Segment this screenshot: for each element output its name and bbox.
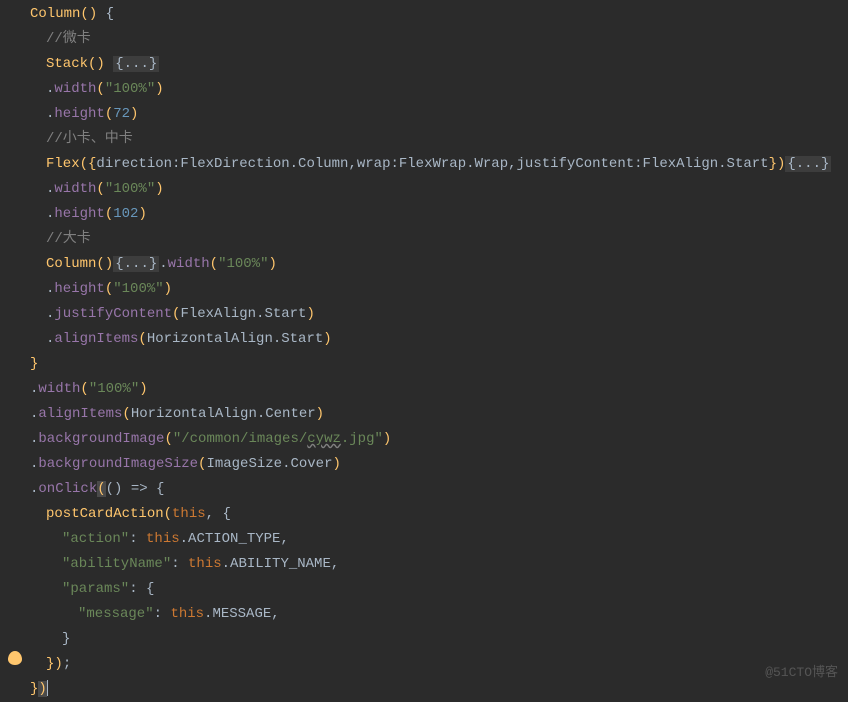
collapsed-block[interactable]: {...} — [785, 156, 831, 172]
code-line: .width("100%") — [22, 177, 848, 202]
code-line: .height(72) — [22, 102, 848, 127]
code-line: Stack() {...} — [22, 52, 848, 77]
code-line: //大卡 — [22, 227, 848, 252]
code-line: //微卡 — [22, 27, 848, 52]
code-line: .onClick(() => { — [22, 477, 848, 502]
code-line: "action": this.ACTION_TYPE, — [22, 527, 848, 552]
code-line: .width("100%") — [22, 377, 848, 402]
code-line: Flex({direction:FlexDirection.Column,wra… — [22, 152, 848, 177]
code-line: } — [22, 627, 848, 652]
collapsed-block[interactable]: {...} — [113, 256, 159, 272]
code-line: }); — [22, 652, 848, 677]
collapsed-block[interactable]: {...} — [113, 56, 159, 72]
code-line: .height(102) — [22, 202, 848, 227]
watermark-text: @51CTO博客 — [765, 660, 838, 685]
code-line: .justifyContent(FlexAlign.Start) — [22, 302, 848, 327]
code-line: //小卡、中卡 — [22, 127, 848, 152]
code-line: "abilityName": this.ABILITY_NAME, — [22, 552, 848, 577]
code-line: postCardAction(this, { — [22, 502, 848, 527]
fn-column: Column — [30, 6, 80, 22]
code-line: .alignItems(HorizontalAlign.Start) — [22, 327, 848, 352]
code-editor[interactable]: Column() { //微卡 Stack() {...} .width("10… — [0, 0, 848, 702]
lightbulb-icon[interactable] — [8, 651, 22, 665]
code-line: "message": this.MESSAGE, — [22, 602, 848, 627]
code-line: .alignItems(HorizontalAlign.Center) — [22, 402, 848, 427]
code-line: .backgroundImageSize(ImageSize.Cover) — [22, 452, 848, 477]
text-cursor — [47, 680, 48, 696]
code-line: }) — [22, 677, 848, 702]
code-line: Column(){...}.width("100%") — [22, 252, 848, 277]
code-line: .height("100%") — [22, 277, 848, 302]
code-line: } — [22, 352, 848, 377]
code-line: "params": { — [22, 577, 848, 602]
code-line: .width("100%") — [22, 77, 848, 102]
code-line: Column() { — [22, 2, 848, 27]
code-line: .backgroundImage("/common/images/cywz.jp… — [22, 427, 848, 452]
